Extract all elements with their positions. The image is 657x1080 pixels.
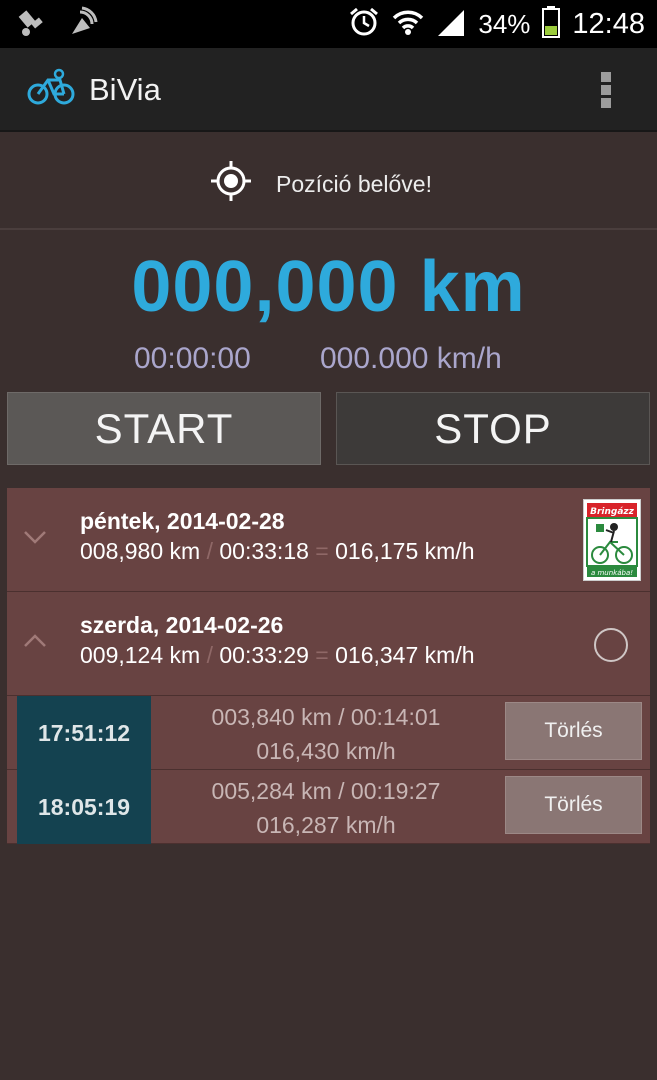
day-summary: 009,124 km / 00:33:29 = 016,347 km/h (80, 642, 475, 669)
gps-icon (16, 6, 50, 45)
clock: 12:48 (572, 7, 645, 40)
overflow-menu-icon[interactable] (592, 66, 620, 114)
lap-row: 18:05:19 005,284 km / 00:19:27 016,287 k… (7, 770, 650, 844)
badge-subtitle: a munkába! (591, 569, 633, 577)
lap-start-time: 18:05:19 (17, 770, 151, 844)
lap-start-time: 17:51:12 (17, 696, 151, 770)
day-group-header[interactable]: péntek, 2014-02-28 008,980 km / 00:33:18… (7, 488, 650, 592)
app-title: BiVia (89, 72, 161, 107)
select-radio[interactable] (594, 628, 628, 662)
delete-button[interactable]: Törlés (505, 776, 642, 834)
lap-row: 17:51:12 003,840 km / 00:14:01 016,430 k… (7, 696, 650, 770)
day-group-header[interactable]: szerda, 2014-02-26 009,124 km / 00:33:29… (7, 592, 650, 696)
crosshair-icon (211, 161, 251, 206)
stop-button[interactable]: STOP (336, 392, 650, 465)
day-duration: 00:33:29 (219, 642, 309, 668)
day-speed: 016,347 km/h (335, 642, 475, 668)
status-bar: 34% 12:48 (0, 0, 657, 48)
lap-speed: 016,287 km/h (256, 812, 396, 838)
delete-button[interactable]: Törlés (505, 702, 642, 760)
day-distance: 009,124 km (80, 642, 201, 668)
day-summary: 008,980 km / 00:33:18 = 016,175 km/h (80, 538, 475, 565)
lap-distance-duration: 003,840 km / 00:14:01 (211, 704, 441, 730)
elapsed-time: 00:00:00 (134, 342, 251, 375)
bicycle-logo-icon[interactable] (26, 68, 76, 113)
chevron-down-icon[interactable] (23, 524, 47, 550)
start-button[interactable]: START (7, 392, 321, 465)
battery-icon (542, 5, 561, 43)
gps-status-row: Pozíció belőve! (0, 134, 657, 230)
separator-slash: / (206, 538, 213, 564)
battery-percent: 34% (478, 8, 531, 39)
day-date: péntek, 2014-02-28 (80, 508, 285, 534)
lap-speed: 016,430 km/h (256, 738, 396, 764)
alarm-icon (348, 6, 380, 43)
satellite-icon (64, 6, 98, 45)
gps-status-text: Pozíció belőve! (276, 171, 432, 197)
chevron-up-icon[interactable] (23, 628, 47, 654)
day-distance: 008,980 km (80, 538, 201, 564)
current-speed: 000.000 km/h (320, 342, 502, 375)
day-date: szerda, 2014-02-26 (80, 612, 284, 638)
day-duration: 00:33:18 (219, 538, 309, 564)
wifi-icon (392, 8, 424, 41)
separator-equals: = (315, 538, 329, 564)
day-speed: 016,175 km/h (335, 538, 475, 564)
bike-to-work-badge[interactable]: Bringázz a munkába! (583, 499, 641, 581)
badge-title: Bringázz (590, 507, 635, 517)
separator-equals: = (315, 642, 329, 668)
distance-display: 000,000 km (131, 247, 526, 327)
separator-slash: / (206, 642, 213, 668)
signal-icon (436, 8, 466, 41)
action-bar: BiVia (0, 48, 657, 132)
lap-distance-duration: 005,284 km / 00:19:27 (211, 778, 441, 804)
divider (0, 228, 657, 230)
